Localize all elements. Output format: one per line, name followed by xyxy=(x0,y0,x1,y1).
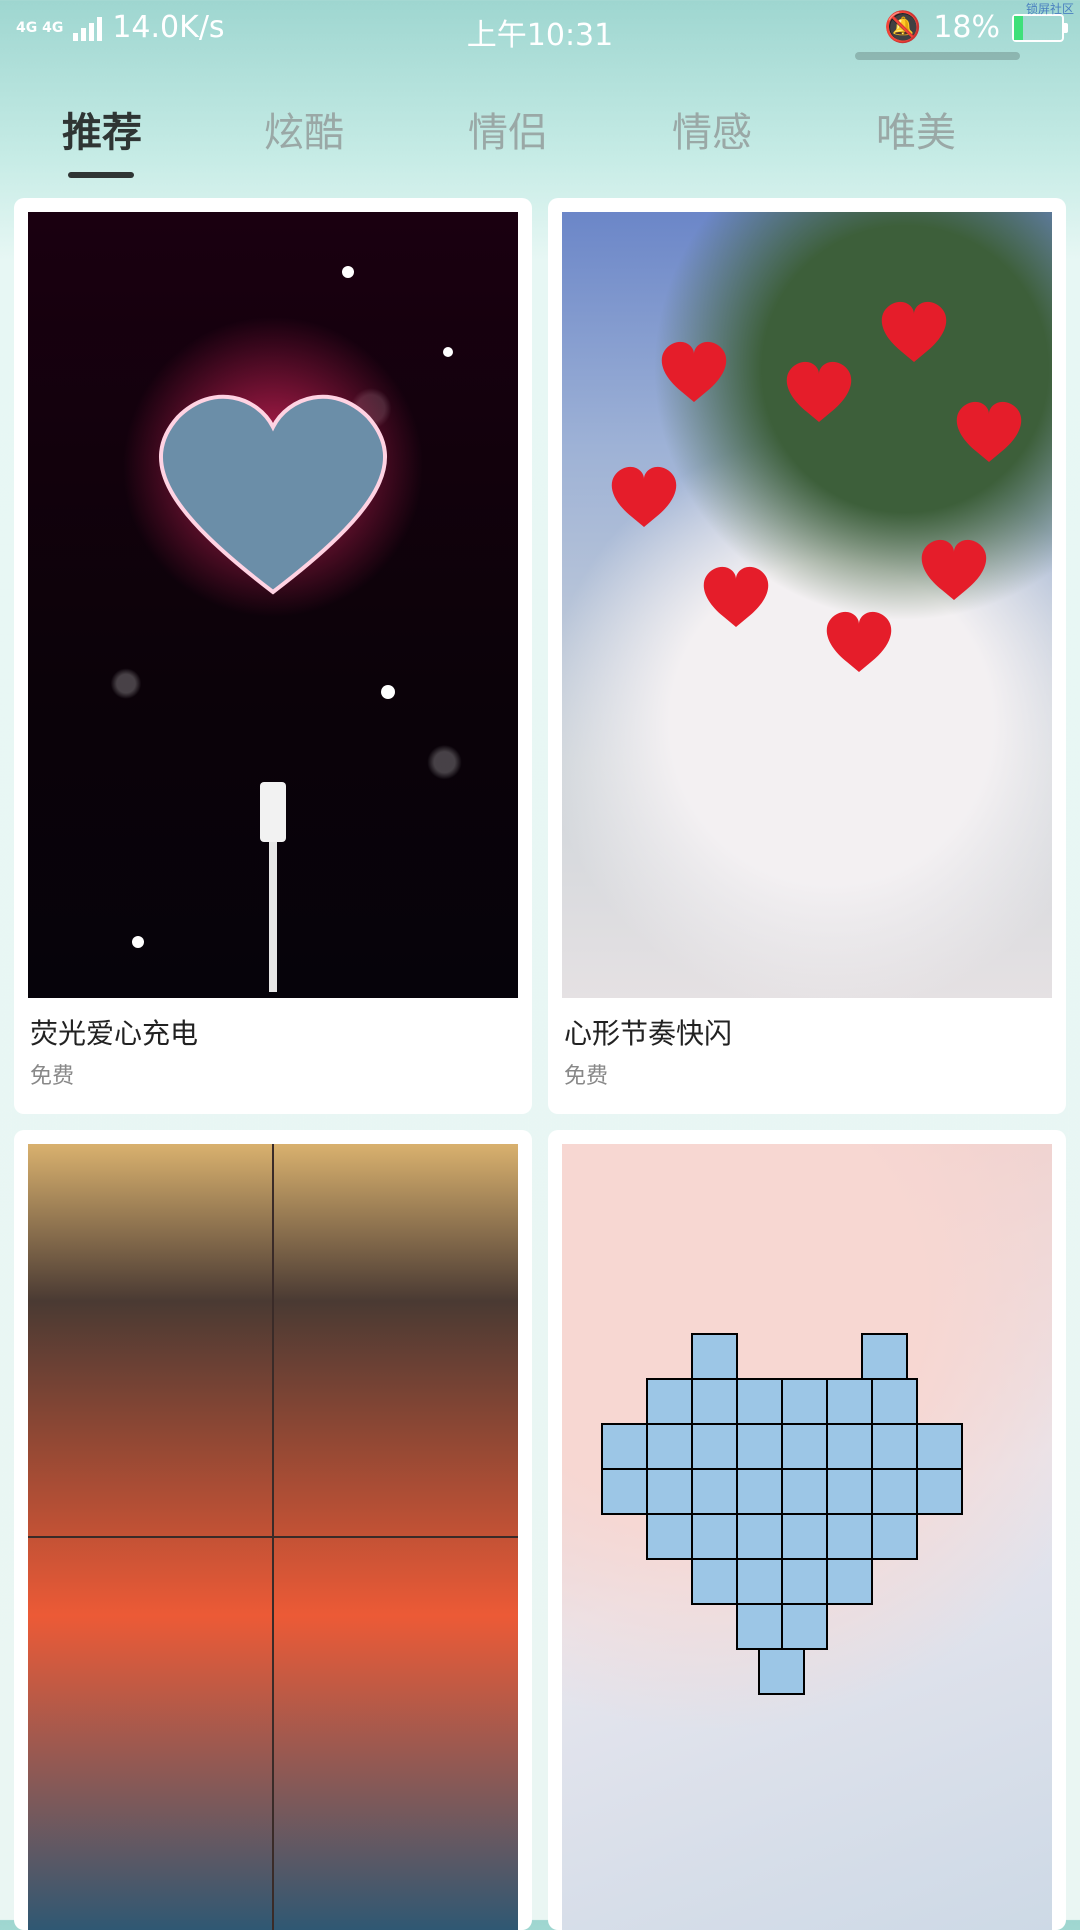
heart-photo-illustration xyxy=(123,266,453,992)
battery-icon xyxy=(1012,13,1068,42)
card-price: 免费 xyxy=(564,1064,609,1089)
tab-recommend[interactable]: 推荐 xyxy=(2,100,202,158)
card-price: 免费 xyxy=(30,1064,75,1089)
card-title: 荧光爱心充电 xyxy=(30,1017,199,1050)
battery-percentage: 18% xyxy=(933,10,1000,45)
tab-aesthetic[interactable]: 唯美 xyxy=(816,100,1016,158)
alarm-muted-icon: 🔕 xyxy=(883,10,922,45)
wallpaper-thumbnail[interactable] xyxy=(28,212,518,998)
wallpaper-thumbnail[interactable] xyxy=(28,1144,518,1930)
heart-grid-illustration xyxy=(601,1333,963,1695)
clock: 上午10:31 xyxy=(466,18,614,53)
status-bar: 4G 4G 14.0K/s 上午10:31 🔕 18% 锁屏社区 xyxy=(0,0,1080,60)
hearts-portrait-illustration xyxy=(611,301,1022,672)
wallpaper-thumbnail[interactable] xyxy=(562,1144,1052,1930)
quad-portrait-illustration xyxy=(28,1144,518,1930)
tab-cool[interactable]: 炫酷 xyxy=(204,100,404,158)
wallpaper-card[interactable] xyxy=(14,1130,532,1930)
battery-fill xyxy=(1014,15,1023,40)
notification-pill xyxy=(855,52,1020,60)
watermark: 锁屏社区 xyxy=(1025,2,1074,16)
tab-emotion[interactable]: 情感 xyxy=(612,100,812,158)
wallpaper-card[interactable]: 荧光爱心充电 免费 xyxy=(14,198,532,1114)
wallpaper-thumbnail[interactable] xyxy=(562,212,1052,998)
tab-couple[interactable]: 情侣 xyxy=(408,100,608,158)
active-tab-indicator xyxy=(68,172,134,178)
wallpaper-card[interactable]: 心形节奏快闪 免费 xyxy=(548,198,1066,1114)
wallpaper-card[interactable] xyxy=(548,1130,1066,1930)
category-tabs: 推荐 炫酷 情侣 情感 唯美 xyxy=(0,100,1080,180)
card-title: 心形节奏快闪 xyxy=(564,1017,733,1050)
